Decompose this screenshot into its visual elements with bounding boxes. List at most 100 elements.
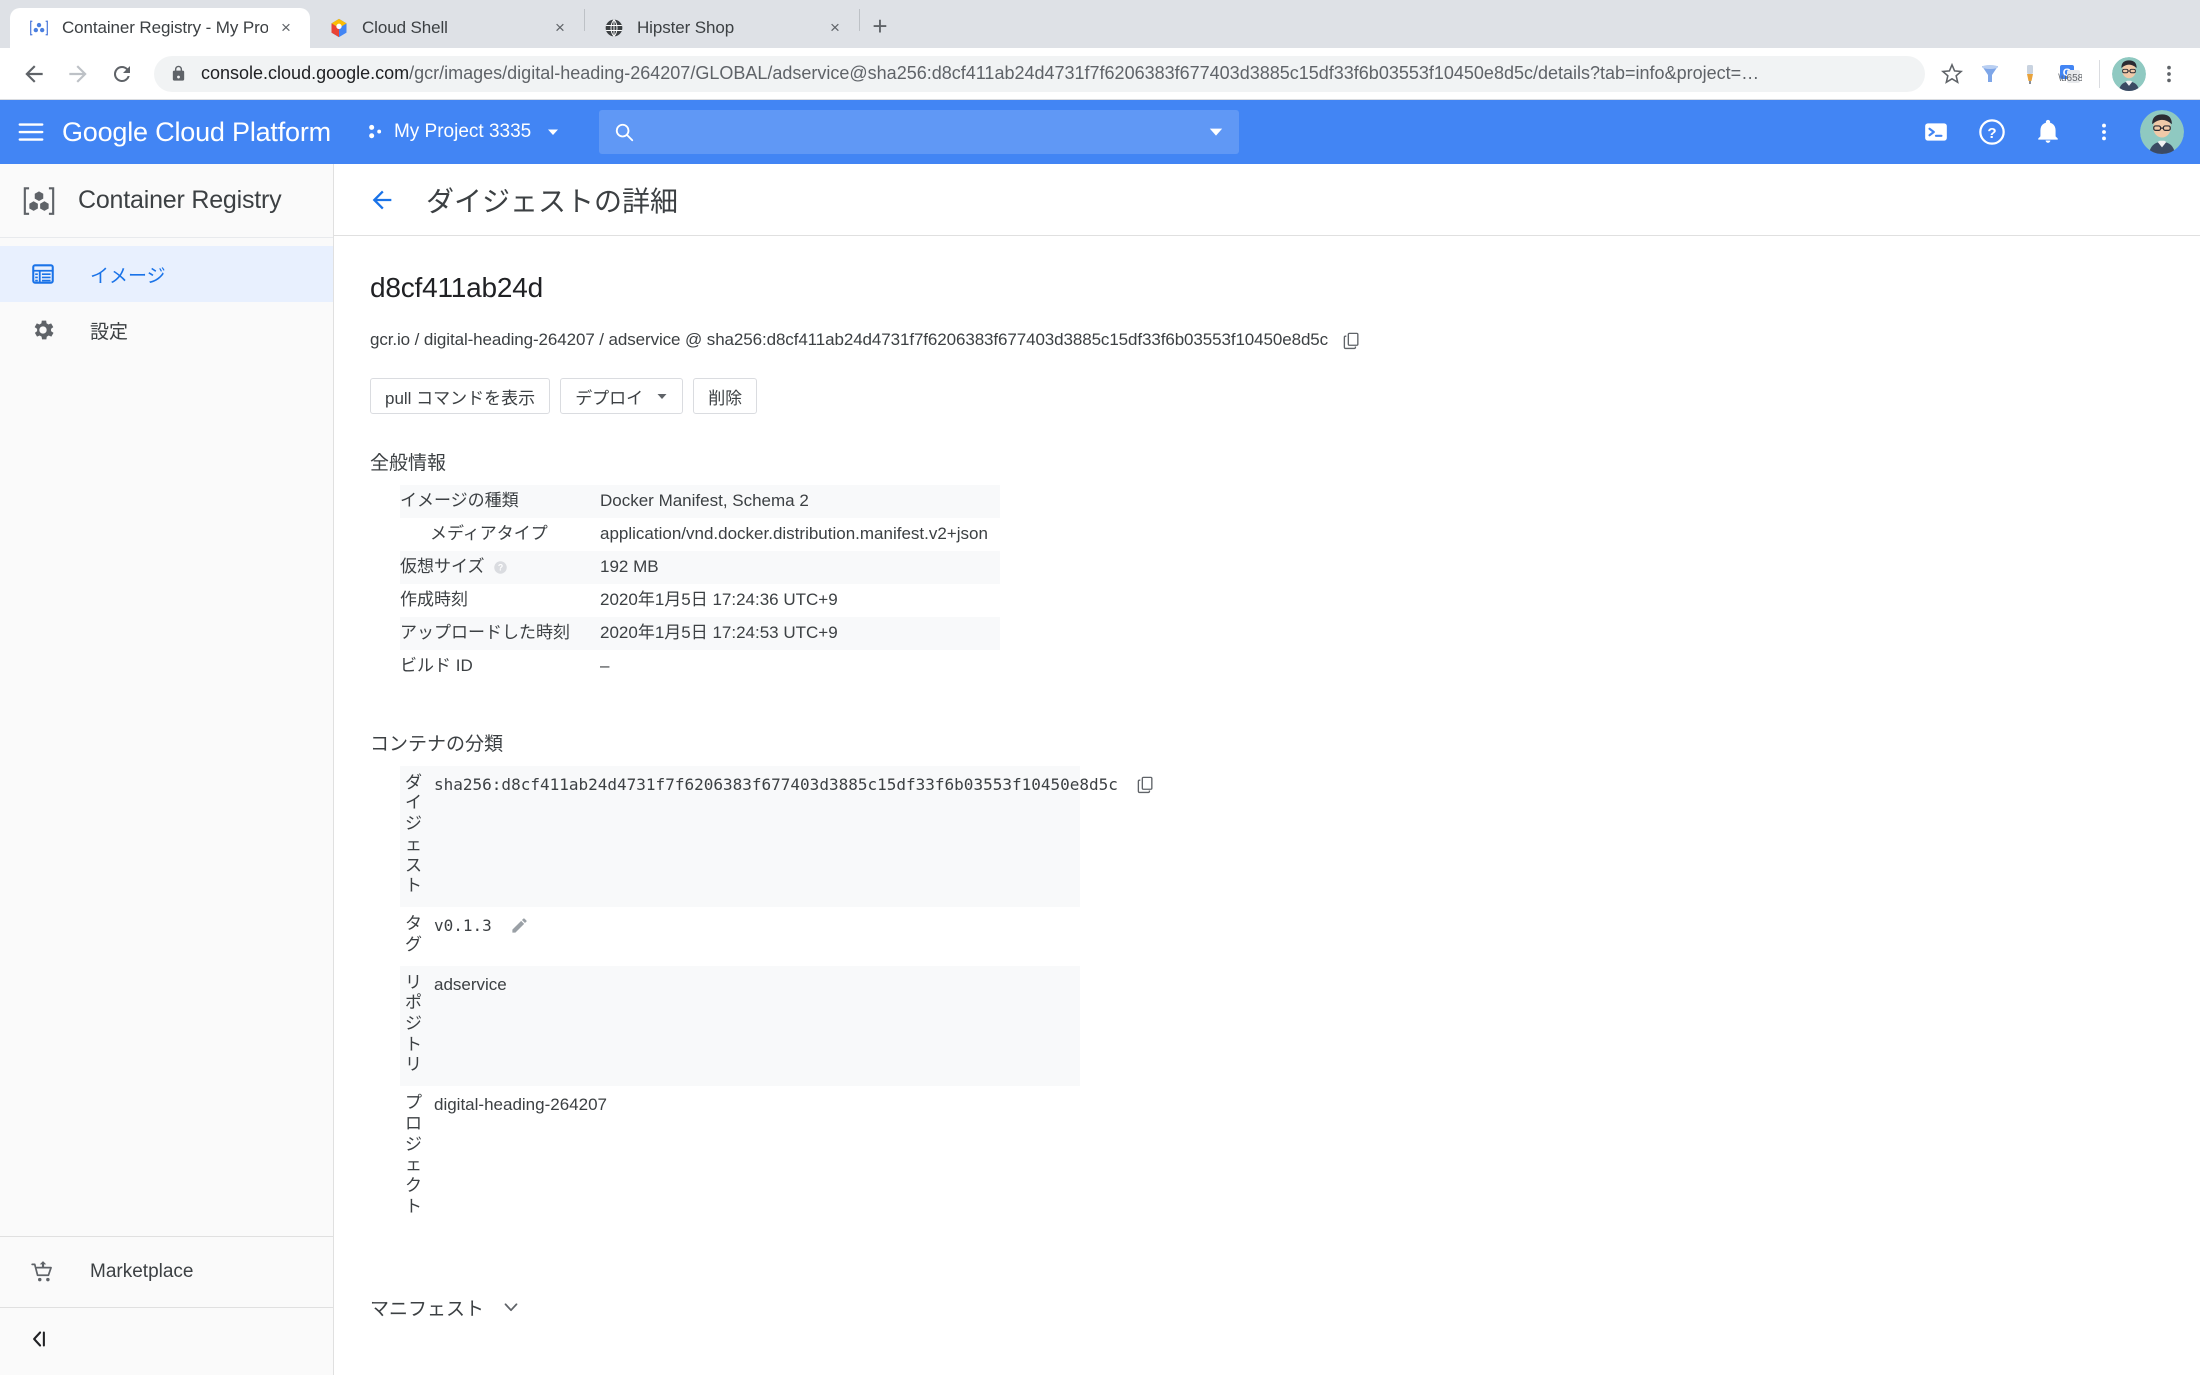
sidebar: Container Registry イメージ 設定 Marketplace xyxy=(0,164,334,1375)
svg-text:?: ? xyxy=(497,563,502,573)
sidebar-nav: イメージ 設定 xyxy=(0,238,333,1236)
cloud-shell-icon[interactable] xyxy=(1908,104,1964,160)
browser-tab-hipster-shop[interactable]: Hipster Shop × xyxy=(585,8,859,48)
toolbar-divider xyxy=(2099,59,2100,88)
sidebar-item-images[interactable]: イメージ xyxy=(0,246,333,302)
row-label: タグ xyxy=(405,914,422,954)
page-title: ダイジェストの詳細 xyxy=(426,185,679,217)
chevron-down-icon[interactable] xyxy=(1207,123,1225,141)
deploy-button[interactable]: デプロイ xyxy=(560,378,684,414)
sidebar-item-label: イメージ xyxy=(90,265,166,287)
table-row: タグ v0.1.3 xyxy=(400,907,1080,965)
sidebar-item-settings[interactable]: 設定 xyxy=(0,302,333,358)
hamburger-menu-icon[interactable] xyxy=(0,100,62,164)
cloud-shell-icon xyxy=(328,17,350,39)
copy-icon[interactable] xyxy=(1342,331,1361,350)
browser-tab-container-registry[interactable]: Container Registry - My Project 3335 × xyxy=(10,8,310,48)
browser-tab-title: Hipster Shop xyxy=(637,18,735,37)
row-label: アップロードした時刻 xyxy=(400,622,570,642)
globe-icon xyxy=(603,17,625,39)
browser-tab-cloud-shell[interactable]: Cloud Shell × xyxy=(310,8,584,48)
tab-close-icon[interactable]: × xyxy=(274,16,298,40)
forward-arrow-icon[interactable] xyxy=(58,54,98,94)
tab-close-icon[interactable]: × xyxy=(823,16,847,40)
row-label: ビルド ID xyxy=(400,655,473,675)
manifest-expander[interactable]: マニフェスト xyxy=(370,1288,2164,1327)
chevron-down-icon xyxy=(545,124,561,140)
url-host: console.cloud.google.com xyxy=(201,63,410,83)
sidebar-footer: Marketplace xyxy=(0,1236,333,1375)
user-avatar[interactable] xyxy=(2112,56,2146,91)
honey-extension-icon[interactable] xyxy=(2011,55,2049,93)
table-row: ダイジェスト sha256:d8cf411ab24d4731f7f6206383… xyxy=(400,765,1153,908)
browser-menu-icon[interactable] xyxy=(2152,57,2186,91)
table-row: メディアタイプ application/vnd.docker.distribut… xyxy=(400,518,1000,551)
search-icon xyxy=(613,121,635,143)
gcp-search-bar[interactable] xyxy=(599,110,1240,154)
address-bar-url: console.cloud.google.com/gcr/images/digi… xyxy=(201,63,1909,84)
images-list-icon xyxy=(30,261,60,287)
bookmark-star-icon[interactable] xyxy=(1935,57,1969,91)
row-value: adservice xyxy=(434,974,507,994)
tab-close-icon[interactable]: × xyxy=(548,16,572,40)
show-pull-command-button[interactable]: pull コマンドを表示 xyxy=(370,378,551,414)
main-content: ダイジェストの詳細 d8cf411ab24d gcr.io / digital-… xyxy=(334,164,2200,1375)
edit-pencil-icon[interactable] xyxy=(510,916,529,935)
table-row: プロジェクト digital-heading-264207 xyxy=(400,1086,1080,1227)
yandex-extension-icon[interactable] xyxy=(1971,55,2009,93)
container-class-title: コンテナの分類 xyxy=(370,733,504,755)
browser-tab-title: Cloud Shell xyxy=(362,18,448,37)
chevron-down-icon xyxy=(500,1296,522,1318)
app-body: Container Registry イメージ 設定 Marketplace ダ… xyxy=(0,164,2200,1375)
page-header: ダイジェストの詳細 xyxy=(334,164,2200,236)
copy-icon[interactable] xyxy=(1136,775,1155,794)
back-arrow-icon[interactable] xyxy=(368,186,396,214)
table-row: ビルド ID – xyxy=(400,650,1000,683)
row-value-wrap: v0.1.3 xyxy=(434,907,1080,945)
address-bar[interactable]: console.cloud.google.com/gcr/images/digi… xyxy=(154,55,1925,92)
container-registry-icon xyxy=(22,184,56,218)
row-label: イメージの種類 xyxy=(400,491,519,510)
row-value: application/vnd.docker.distribution.mani… xyxy=(600,523,988,543)
digest-id-heading: d8cf411ab24d xyxy=(370,272,544,303)
lock-icon xyxy=(170,65,187,82)
help-icon[interactable]: ? xyxy=(493,560,508,575)
table-row: イメージの種類 Docker Manifest, Schema 2 xyxy=(400,485,1000,518)
settings-gear-icon xyxy=(30,317,60,343)
row-label: メディアタイプ xyxy=(430,523,548,543)
row-label: 仮想サイズ? xyxy=(400,551,600,584)
gcp-logo-text[interactable]: Google Cloud Platform xyxy=(62,117,331,148)
chevron-down-icon xyxy=(656,390,668,402)
tabstrip: Container Registry - My Project 3335 × C… xyxy=(10,0,900,48)
table-row: 作成時刻 2020年1月5日 17:24:36 UTC+9 xyxy=(400,584,1000,617)
delete-button[interactable]: 削除 xyxy=(693,378,758,414)
reload-icon[interactable] xyxy=(102,54,142,94)
table-row: リポジトリ adservice xyxy=(400,965,1080,1087)
google-translate-icon[interactable]: G \u6587 xyxy=(2051,55,2089,93)
row-value: sha256:d8cf411ab24d4731f7f6206383f677403… xyxy=(434,774,1118,794)
general-info-title: 全般情報 xyxy=(370,453,447,474)
search-input[interactable] xyxy=(647,120,1208,144)
help-icon[interactable]: ? xyxy=(1964,104,2020,160)
back-arrow-icon[interactable] xyxy=(14,54,54,94)
new-tab-button[interactable]: + xyxy=(860,6,900,46)
row-value: 2020年1月5日 17:24:53 UTC+9 xyxy=(600,622,838,642)
svg-text:\u6587: \u6587 xyxy=(2058,73,2082,84)
row-value: digital-heading-264207 xyxy=(434,1095,607,1115)
sidebar-item-label: 設定 xyxy=(90,321,129,343)
sidebar-marketplace-label: Marketplace xyxy=(90,1261,194,1282)
row-value: Docker Manifest, Schema 2 xyxy=(600,491,809,510)
project-selector[interactable]: My Project 3335 xyxy=(357,112,569,152)
show-pull-command-label: pull コマンドを表示 xyxy=(385,388,536,408)
more-options-icon[interactable] xyxy=(2076,104,2132,160)
sidebar-item-marketplace[interactable]: Marketplace xyxy=(0,1237,333,1307)
sidebar-collapse-button[interactable] xyxy=(0,1307,333,1375)
notifications-bell-icon[interactable] xyxy=(2020,104,2076,160)
page-content: d8cf411ab24d gcr.io / digital-heading-26… xyxy=(334,236,2200,1327)
browser-toolbar: console.cloud.google.com/gcr/images/digi… xyxy=(0,48,2200,100)
url-path: /gcr/images/digital-heading-264207/GLOBA… xyxy=(409,63,1760,83)
user-avatar[interactable] xyxy=(2140,110,2184,154)
row-value-wrap: adservice xyxy=(434,966,1080,1005)
row-value: – xyxy=(600,655,610,675)
row-label: リポジトリ xyxy=(405,972,422,1075)
